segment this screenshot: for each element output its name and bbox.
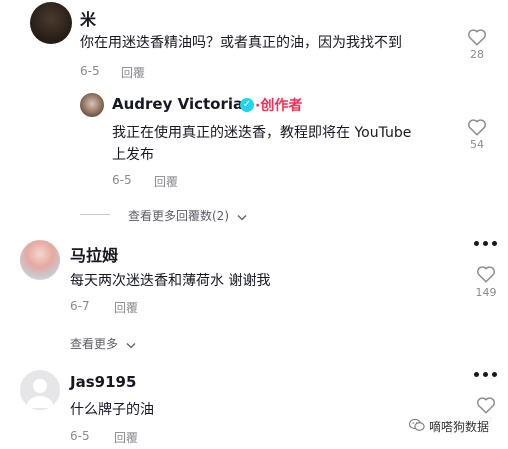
reply-button[interactable]: 回覆 <box>121 64 145 81</box>
view-replies-label: 查看更多回覆数(2) <box>128 209 229 223</box>
creator-badge: ·创作者 <box>255 98 303 114</box>
comment-username[interactable]: 米 <box>80 6 96 30</box>
comment-date: 6-5 <box>70 429 90 443</box>
chevron-down-icon <box>126 338 136 352</box>
like-heart-icon[interactable] <box>476 396 496 414</box>
creator-reply-text: 我正在使用真正的迷迭香，教程即将在 YouTube <box>112 125 412 141</box>
like-count: 54 <box>470 138 484 151</box>
comment-text: 每天两次迷迭香和薄荷水 谢谢我 <box>70 273 271 289</box>
comment-text: 你在用迷迭香精油吗？或者真正的油，因为我找不到 <box>80 35 402 51</box>
view-replies-link[interactable]: 查看更多回覆数(2) <box>128 207 247 224</box>
avatar[interactable] <box>80 93 104 117</box>
reply-button[interactable]: 回覆 <box>154 173 178 190</box>
comment-date: 6-5 <box>80 64 100 78</box>
comment-date: 6-7 <box>70 299 90 313</box>
avatar[interactable] <box>20 370 60 410</box>
comment-username[interactable]: 马拉姆 <box>70 242 118 266</box>
reply-date: 6-5 <box>112 173 132 187</box>
avatar[interactable] <box>30 2 72 44</box>
watermark-text: 嘀嗒狗数据 <box>429 420 490 434</box>
chevron-down-icon <box>237 210 247 224</box>
avatar[interactable] <box>20 240 60 280</box>
like-heart-icon[interactable] <box>467 28 487 46</box>
like-heart-icon[interactable] <box>467 118 487 136</box>
view-more-link[interactable]: 查看更多 <box>70 335 136 352</box>
reply-button[interactable]: 回覆 <box>114 299 138 316</box>
creator-username[interactable]: Audrey Victoria <box>112 95 243 113</box>
comment-text: 什么牌子的油 <box>70 402 154 418</box>
more-options-icon[interactable] <box>474 241 497 246</box>
like-count: 149 <box>475 286 497 299</box>
reply-button[interactable]: 回覆 <box>114 429 138 446</box>
more-options-icon[interactable] <box>474 372 497 377</box>
like-heart-icon[interactable] <box>476 265 496 283</box>
watermark: 嘀嗒狗数据 <box>406 416 493 437</box>
comment-username[interactable]: Jas9195 <box>70 373 136 391</box>
creator-reply-text-line2: 上发布 <box>112 147 154 163</box>
view-more-label: 查看更多 <box>70 337 119 351</box>
wechat-icon <box>408 417 425 436</box>
default-avatar-icon <box>26 379 54 408</box>
like-count: 28 <box>470 48 484 61</box>
divider-line <box>80 214 110 215</box>
verified-badge-icon: ✓ <box>240 98 254 112</box>
